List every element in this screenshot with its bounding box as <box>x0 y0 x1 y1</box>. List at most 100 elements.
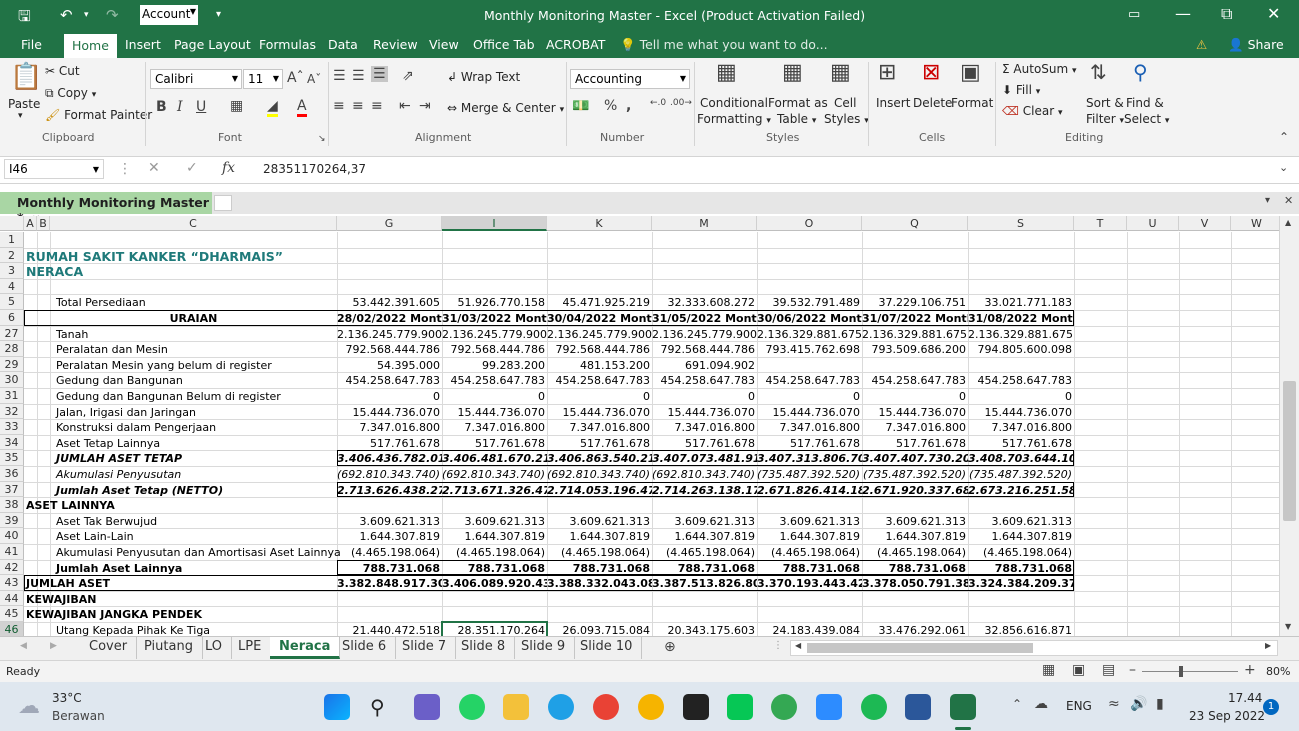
table-cell[interactable]: 454.258.647.783 <box>442 373 547 388</box>
chrome-profile-icon[interactable] <box>638 694 664 720</box>
table-cell[interactable]: 454.258.647.783 <box>652 373 757 388</box>
row-header-6[interactable]: 6 <box>0 310 24 326</box>
table-cell[interactable]: 15.444.736.070 <box>757 405 862 420</box>
table-cell[interactable]: 1.644.307.819 <box>968 529 1074 544</box>
row-label[interactable]: RUMAH SAKIT KANKER “DHARMAIS” <box>26 249 283 264</box>
font-size-combobox[interactable]: 11 ▼ <box>243 69 283 89</box>
new-tab-button[interactable] <box>214 195 232 211</box>
table-cell[interactable]: 3.609.621.313 <box>968 514 1074 529</box>
row-header-29[interactable]: 29 <box>0 356 24 373</box>
decrease-indent-icon[interactable]: ⇤ <box>399 98 411 114</box>
borders-icon[interactable]: ▦ <box>230 98 243 114</box>
row-label[interactable]: Konstruksi dalam Pengerjaan <box>56 420 216 435</box>
row-header-5[interactable]: 5 <box>0 294 24 310</box>
align-left-icon[interactable]: ≡ <box>333 98 345 114</box>
table-cell[interactable]: 2.714.263.138.179 <box>652 483 757 498</box>
table-cell[interactable]: (692.810.343.740) <box>337 467 442 482</box>
copy-button[interactable]: ⧉ Copy ▾ <box>45 86 96 101</box>
align-right-icon[interactable]: ≡ <box>371 98 383 114</box>
sheet-tab-slide-6[interactable]: Slide 6 <box>333 637 397 659</box>
currency-icon[interactable]: 💵 <box>572 98 589 114</box>
increase-decimal-icon[interactable]: ←.0 <box>650 98 666 108</box>
sheet-tab-slide-9[interactable]: Slide 9 <box>512 637 576 659</box>
row-label[interactable]: Aset Lain-Lain <box>56 529 134 544</box>
table-cell[interactable]: 2.713.671.326.477 <box>442 483 547 498</box>
table-cell[interactable]: 2.671.826.414.184 <box>757 483 862 498</box>
italic-icon[interactable]: I <box>177 99 183 115</box>
table-cell[interactable]: 788.731.068 <box>968 561 1074 576</box>
table-cell[interactable]: (4.465.198.064) <box>337 545 442 560</box>
table-cell[interactable]: 1.644.307.819 <box>757 529 862 544</box>
row-header-4[interactable]: 4 <box>0 278 24 295</box>
row-label[interactable]: Aset Tetap Lainnya <box>56 436 160 451</box>
table-cell[interactable]: 2.671.920.337.686 <box>862 483 968 498</box>
row-header-38[interactable]: 38 <box>0 497 24 513</box>
row-label[interactable]: Peralatan Mesin yang belum di register <box>56 358 272 373</box>
row-header-42[interactable]: 42 <box>0 559 24 576</box>
row-header-30[interactable]: 30 <box>0 372 24 388</box>
table-cell[interactable]: 3.609.621.313 <box>757 514 862 529</box>
table-cell[interactable]: 3.406.436.782.017 <box>337 451 442 466</box>
table-cell[interactable]: 517.761.678 <box>862 436 968 451</box>
merge-center-button[interactable]: ⇔ Merge & Center ▾ <box>447 101 564 115</box>
table-cell[interactable]: 0 <box>757 389 862 404</box>
clock-time[interactable]: 17.44 <box>1228 691 1262 705</box>
row-header-41[interactable]: 41 <box>0 544 24 560</box>
account-combobox[interactable]: Account ▼ <box>140 5 198 25</box>
table-cell[interactable]: 24.183.439.084 <box>757 623 862 636</box>
row-label[interactable]: Jumlah Aset Tetap (NETTO) <box>56 483 223 498</box>
row-label[interactable]: Aset Tak Berwujud <box>56 514 157 529</box>
table-cell[interactable]: 32.856.616.871 <box>968 623 1074 636</box>
table-cell[interactable]: 517.761.678 <box>442 436 547 451</box>
cell-styles-icon[interactable]: ▦ <box>830 60 851 85</box>
row-header-39[interactable]: 39 <box>0 512 24 529</box>
table-cell[interactable]: 3.387.513.826.802 <box>652 576 757 591</box>
tab-list-icon[interactable]: ▾ <box>1265 195 1270 206</box>
page-layout-view-icon[interactable]: ▣ <box>1072 662 1085 678</box>
table-cell[interactable]: 788.731.068 <box>547 561 652 576</box>
table-cell[interactable]: 2.136.245.779.900 <box>442 327 547 342</box>
table-cell[interactable]: 31/03/2022 Monthly <box>442 311 547 326</box>
table-cell[interactable]: 15.444.736.070 <box>968 405 1074 420</box>
chrome-icon[interactable] <box>593 694 619 720</box>
tab-page-layout[interactable]: Page Layout <box>174 37 251 52</box>
column-header-K[interactable]: K <box>547 216 652 231</box>
page-break-view-icon[interactable]: ▤ <box>1102 662 1115 678</box>
paste-icon[interactable]: 📋 <box>10 62 42 92</box>
column-header-S[interactable]: S <box>968 216 1074 231</box>
table-cell[interactable]: 2.136.245.779.900 <box>547 327 652 342</box>
row-header-46[interactable]: 46 <box>0 622 24 636</box>
sheet-tab-neraca[interactable]: Neraca <box>270 637 341 659</box>
table-cell[interactable]: 3.406.863.540.217 <box>547 451 652 466</box>
row-label[interactable]: Utang Kepada Pihak Ke Tiga <box>56 623 210 636</box>
column-header-M[interactable]: M <box>652 216 757 231</box>
font-color-icon[interactable]: A <box>297 98 307 117</box>
table-cell[interactable]: 26.093.715.084 <box>547 623 652 636</box>
table-cell[interactable]: 1.644.307.819 <box>442 529 547 544</box>
column-header-U[interactable]: U <box>1127 216 1179 231</box>
column-header-C[interactable]: C <box>50 216 337 231</box>
table-cell[interactable]: 481.153.200 <box>547 358 652 373</box>
sheet-tab-piutang[interactable]: Piutang <box>135 637 203 659</box>
row-header-43[interactable]: 43 <box>0 575 24 591</box>
tab-view[interactable]: View <box>429 37 459 52</box>
row-header-33[interactable]: 33 <box>0 419 24 435</box>
row-label[interactable]: KEWAJIBAN <box>26 592 96 607</box>
table-cell[interactable]: 454.258.647.783 <box>547 373 652 388</box>
customize-qat-icon[interactable]: ▾ <box>216 9 221 20</box>
minimize-icon[interactable]: — <box>1175 4 1191 23</box>
row-label[interactable]: Gedung dan Bangunan Belum di register <box>56 389 281 404</box>
cancel-icon[interactable]: ✕ <box>148 160 160 176</box>
column-header-I[interactable]: I <box>442 216 547 231</box>
table-cell[interactable]: 7.347.016.800 <box>757 420 862 435</box>
table-cell[interactable]: 792.568.444.786 <box>337 342 442 357</box>
language-indicator[interactable]: ENG <box>1066 699 1092 713</box>
table-cell[interactable]: 1.644.307.819 <box>547 529 652 544</box>
select-all-corner[interactable] <box>0 216 24 231</box>
table-cell[interactable]: (735.487.392.520) <box>968 467 1074 482</box>
paste-button[interactable]: Paste <box>8 97 40 111</box>
table-cell[interactable]: 3.406.481.670.217 <box>442 451 547 466</box>
row-label[interactable]: JUMLAH ASET TETAP <box>56 451 182 466</box>
scroll-right-icon[interactable]: ▶ <box>1265 641 1271 650</box>
row-header-35[interactable]: 35 <box>0 450 24 466</box>
